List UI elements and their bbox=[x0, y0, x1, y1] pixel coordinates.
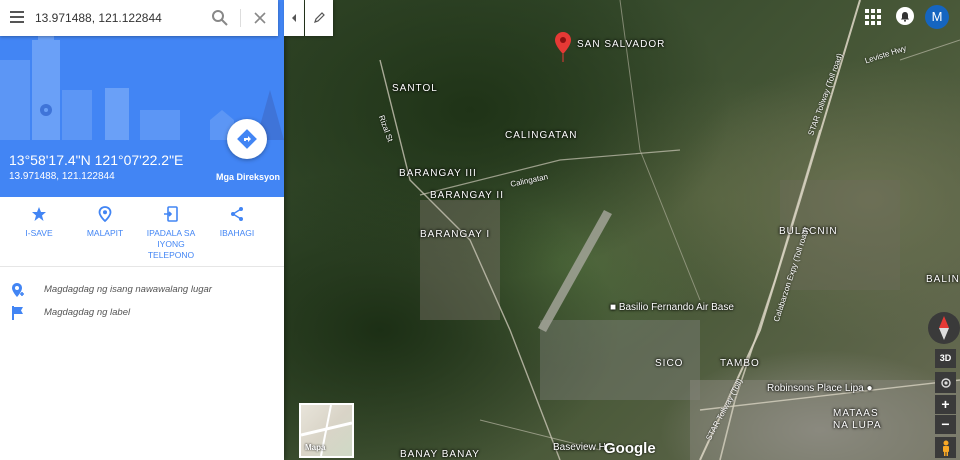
draw-tool-button[interactable] bbox=[305, 0, 333, 36]
add-missing-place-link[interactable]: Magdagdag ng isang nawawalang lugar bbox=[0, 279, 284, 301]
directions-label: Mga Direksyon bbox=[215, 172, 281, 182]
panel-divider bbox=[0, 266, 284, 267]
place-label-barangay-iii: BARANGAY III bbox=[399, 168, 477, 179]
compass-icon bbox=[939, 316, 949, 340]
add-missing-place-label: Magdagdag ng isang nawawalang lugar bbox=[44, 284, 212, 295]
place-label-banay-banay: BANAY BANAY bbox=[400, 449, 480, 460]
location-pin-icon[interactable] bbox=[555, 32, 571, 62]
search-box bbox=[0, 0, 278, 36]
place-label-mataas: MATAAS bbox=[833, 408, 879, 419]
add-label-link[interactable]: Magdagdag ng label bbox=[0, 302, 284, 324]
pegman-street-view-button[interactable] bbox=[935, 437, 956, 458]
my-location-icon bbox=[940, 377, 951, 388]
send-to-phone-icon bbox=[164, 206, 178, 222]
bell-icon bbox=[901, 11, 909, 22]
place-label-barangay-i: BARANGAY I bbox=[420, 229, 491, 240]
share-button[interactable]: IBAHAGI bbox=[205, 204, 269, 239]
nearby-icon bbox=[98, 206, 112, 222]
coordinates-dms: 13°58'17.4"N 121°07'22.2"E bbox=[9, 152, 184, 168]
flag-icon bbox=[12, 306, 23, 320]
place-label-tambo: TAMBO bbox=[720, 358, 760, 369]
three-d-button[interactable]: 3D bbox=[935, 349, 956, 368]
map-type-toggle[interactable]: Mapa bbox=[299, 403, 354, 458]
place-label-santol: SANTOL bbox=[392, 83, 438, 94]
send-to-phone-label: IPADALA SA IYONG TELEPONO bbox=[146, 228, 196, 260]
send-to-phone-button[interactable]: IPADALA SA IYONG TELEPONO bbox=[139, 204, 203, 261]
place-label-barangay-ii: BARANGAY II bbox=[430, 190, 504, 201]
compass-button[interactable] bbox=[928, 312, 960, 344]
place-label-calingatan: CALINGATAN bbox=[505, 130, 578, 141]
save-button[interactable]: I-SAVE bbox=[7, 204, 71, 239]
place-actions: I-SAVE MALAPIT IPADALA SA IYONG TELEPONO… bbox=[0, 204, 284, 262]
zoom-in-button[interactable]: + bbox=[935, 395, 956, 414]
close-icon[interactable] bbox=[250, 8, 270, 28]
add-label-label: Magdagdag ng label bbox=[44, 307, 131, 318]
star-icon bbox=[32, 207, 46, 221]
directions-icon bbox=[237, 129, 257, 149]
map-type-label: Mapa bbox=[305, 443, 326, 452]
place-label-sico: SICO bbox=[655, 358, 684, 369]
nearby-button[interactable]: MALAPIT bbox=[73, 204, 137, 239]
notifications-button[interactable] bbox=[896, 7, 914, 25]
avatar[interactable]: M bbox=[925, 5, 949, 29]
chevron-left-icon bbox=[292, 14, 296, 22]
share-icon bbox=[231, 207, 243, 221]
collapse-panel-button[interactable] bbox=[284, 0, 304, 36]
nearby-label: MALAPIT bbox=[86, 228, 124, 238]
place-label-na-lupa: NA LUPA bbox=[833, 420, 882, 431]
search-input[interactable] bbox=[35, 6, 200, 30]
menu-icon[interactable] bbox=[10, 11, 24, 23]
add-place-icon bbox=[12, 283, 24, 297]
poi-air-base[interactable]: ■ Basilio Fernando Air Base bbox=[610, 302, 734, 313]
google-logo: Google bbox=[604, 440, 656, 457]
place-details-panel: 13°58'17.4"N 121°07'22.2"E 13.971488, 12… bbox=[0, 0, 284, 460]
search-icon[interactable] bbox=[210, 8, 230, 28]
directions-button[interactable] bbox=[227, 119, 267, 159]
place-label-balin: BALIN bbox=[926, 274, 960, 285]
zoom-out-button[interactable]: − bbox=[935, 415, 956, 434]
pegman-icon bbox=[942, 440, 949, 456]
place-label-san-salvador: SAN SALVADOR bbox=[577, 39, 666, 50]
apps-grid-button[interactable] bbox=[865, 9, 881, 25]
pencil-icon bbox=[314, 12, 325, 23]
save-label: I-SAVE bbox=[25, 228, 53, 238]
share-label: IBAHAGI bbox=[219, 228, 255, 238]
poi-robinsons[interactable]: Robinsons Place Lipa ● bbox=[767, 383, 873, 394]
coordinates-decimal: 13.971488, 121.122844 bbox=[9, 171, 115, 182]
search-divider bbox=[240, 9, 241, 27]
my-location-button[interactable] bbox=[935, 372, 956, 393]
